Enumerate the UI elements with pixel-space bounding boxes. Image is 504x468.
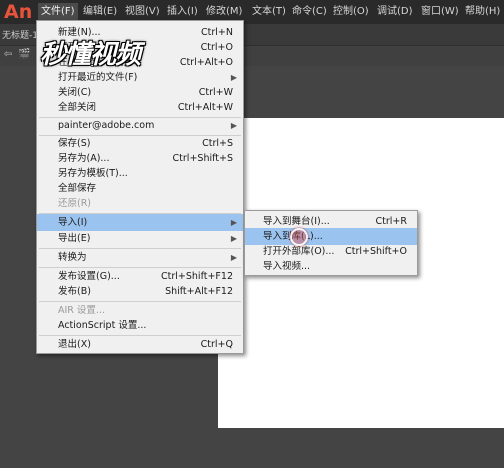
menu-insert[interactable]: 插入(I) xyxy=(167,3,198,21)
menu-modify[interactable]: 修改(M) xyxy=(206,3,242,21)
menu-item-convert-to[interactable]: 转换为 ▶ xyxy=(37,249,243,266)
watermark-logo: 秒懂视频 xyxy=(40,40,141,70)
menu-item-account[interactable]: painter@adobe.com ▶ xyxy=(37,117,243,134)
menu-view[interactable]: 视图(V) xyxy=(125,3,160,21)
menu-control[interactable]: 控制(O) xyxy=(333,3,369,21)
menu-commands[interactable]: 命令(C) xyxy=(292,3,327,21)
mouse-cursor-icon xyxy=(290,228,308,246)
menu-item-close-all[interactable]: 全部关闭 Ctrl+Alt+W xyxy=(37,99,243,116)
chevron-right-icon: ▶ xyxy=(230,234,237,243)
menu-debug[interactable]: 调试(D) xyxy=(377,3,413,21)
animate-logo: An xyxy=(4,1,33,23)
menu-item-import-video[interactable]: 导入视频... xyxy=(245,258,417,275)
menu-help[interactable]: 帮助(H) xyxy=(465,3,500,21)
import-submenu: 导入到舞台(I)... Ctrl+R 导入到库(L)... 打开外部库(O)...… xyxy=(244,210,418,276)
menu-item-publish[interactable]: 发布(B) Shift+Alt+F12 xyxy=(37,283,243,300)
menu-file[interactable]: 文件(F) xyxy=(38,3,78,21)
chevron-right-icon: ▶ xyxy=(230,253,237,262)
menu-item-import[interactable]: 导入(I) ▶ xyxy=(37,214,243,231)
back-arrow-icon[interactable]: ⇦ xyxy=(2,49,14,61)
menu-window[interactable]: 窗口(W) xyxy=(421,3,459,21)
menu-item-export[interactable]: 导出(E) ▶ xyxy=(37,230,243,247)
menu-edit[interactable]: 编辑(E) xyxy=(83,3,117,21)
menu-text[interactable]: 文本(T) xyxy=(252,3,286,21)
menu-item-actionscript-settings[interactable]: ActionScript 设置... xyxy=(37,317,243,334)
menu-item-exit[interactable]: 退出(X) Ctrl+Q xyxy=(37,336,243,353)
chevron-right-icon: ▶ xyxy=(230,121,237,130)
chevron-right-icon: ▶ xyxy=(230,218,237,227)
scene-clapper-icon[interactable]: 🎬 xyxy=(18,49,30,61)
document-tab[interactable]: 无标题-1 xyxy=(2,28,38,41)
menu-item-revert: 还原(R) xyxy=(58,198,92,209)
